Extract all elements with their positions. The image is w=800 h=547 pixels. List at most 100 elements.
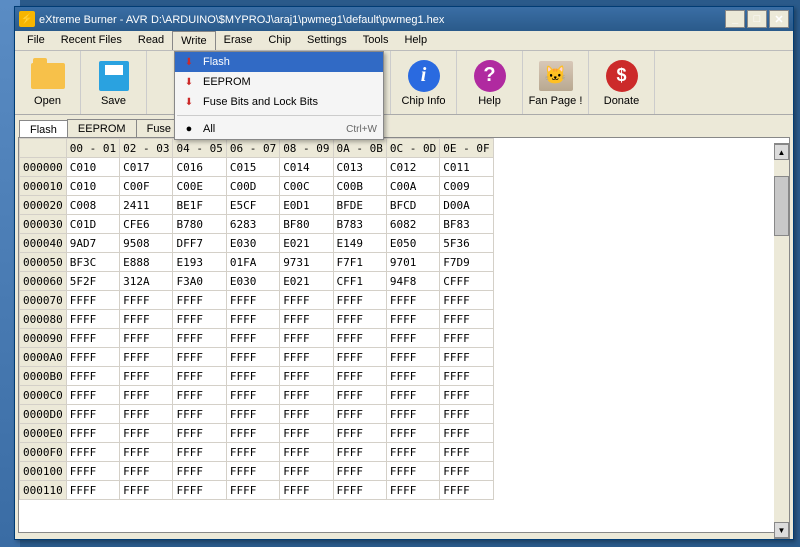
hex-cell[interactable]: C010 (66, 177, 119, 196)
hex-cell[interactable]: FFFF (280, 481, 333, 500)
hex-cell[interactable]: E021 (280, 234, 333, 253)
hex-cell[interactable]: FFFF (280, 462, 333, 481)
hex-cell[interactable]: FFFF (226, 329, 279, 348)
menu-settings[interactable]: Settings (299, 31, 355, 50)
hex-cell[interactable]: BFDE (333, 196, 386, 215)
hex-cell[interactable]: BF3C (66, 253, 119, 272)
hex-cell[interactable]: FFFF (173, 367, 226, 386)
hex-cell[interactable]: C00F (120, 177, 173, 196)
hex-cell[interactable]: 6082 (386, 215, 439, 234)
hex-cell[interactable]: C011 (440, 158, 493, 177)
hex-cell[interactable]: D00A (440, 196, 493, 215)
menu-tools[interactable]: Tools (355, 31, 397, 50)
hex-cell[interactable]: FFFF (173, 291, 226, 310)
hex-cell[interactable]: FFFF (120, 329, 173, 348)
hex-cell[interactable]: FFFF (333, 291, 386, 310)
hex-cell[interactable]: FFFF (120, 348, 173, 367)
hex-cell[interactable]: FFFF (280, 367, 333, 386)
dropdown-all[interactable]: ● All Ctrl+W (175, 119, 383, 139)
hex-cell[interactable]: FFFF (333, 443, 386, 462)
hex-cell[interactable]: B783 (333, 215, 386, 234)
hex-cell[interactable]: FFFF (120, 481, 173, 500)
hex-cell[interactable]: B780 (173, 215, 226, 234)
hex-cell[interactable]: FFFF (440, 481, 493, 500)
hex-cell[interactable]: FFFF (440, 424, 493, 443)
menu-read[interactable]: Read (130, 31, 172, 50)
hex-cell[interactable]: FFFF (386, 348, 439, 367)
hex-cell[interactable]: E5CF (226, 196, 279, 215)
hex-cell[interactable]: FFFF (66, 462, 119, 481)
chipinfo-button[interactable]: i Chip Info (391, 51, 457, 114)
hex-cell[interactable]: FFFF (386, 405, 439, 424)
hex-cell[interactable]: C014 (280, 158, 333, 177)
hex-cell[interactable]: 01FA (226, 253, 279, 272)
close-button[interactable]: ✕ (769, 10, 789, 28)
hex-cell[interactable]: FFFF (173, 405, 226, 424)
hex-cell[interactable]: FFFF (66, 386, 119, 405)
hex-cell[interactable]: E021 (280, 272, 333, 291)
hex-cell[interactable]: E888 (120, 253, 173, 272)
hex-cell[interactable]: FFFF (440, 348, 493, 367)
hex-cell[interactable]: FFFF (386, 481, 439, 500)
hex-cell[interactable]: E149 (333, 234, 386, 253)
hex-cell[interactable]: FFFF (386, 329, 439, 348)
tab-eeprom[interactable]: EEPROM (67, 119, 137, 137)
menu-recent-files[interactable]: Recent Files (53, 31, 130, 50)
hex-cell[interactable]: E030 (226, 272, 279, 291)
hex-cell[interactable]: FFFF (440, 310, 493, 329)
hex-cell[interactable]: FFFF (173, 481, 226, 500)
hex-cell[interactable]: FFFF (280, 348, 333, 367)
hex-cell[interactable]: FFFF (66, 310, 119, 329)
hex-cell[interactable]: FFFF (226, 405, 279, 424)
help-button[interactable]: ? Help (457, 51, 523, 114)
hex-cell[interactable]: FFFF (226, 367, 279, 386)
hex-cell[interactable]: FFFF (120, 424, 173, 443)
hex-cell[interactable]: F7D9 (440, 253, 493, 272)
hex-cell[interactable]: FFFF (333, 405, 386, 424)
hex-cell[interactable]: FFFF (226, 386, 279, 405)
save-button[interactable]: Save (81, 51, 147, 114)
hex-cell[interactable]: FFFF (120, 367, 173, 386)
tab-flash[interactable]: Flash (19, 120, 68, 138)
hex-cell[interactable]: FFFF (333, 348, 386, 367)
titlebar[interactable]: ⚡ eXtreme Burner - AVR D:\ARDUINO\$MYPRO… (15, 7, 793, 31)
hex-cell[interactable]: BE1F (173, 196, 226, 215)
hex-cell[interactable]: FFFF (120, 443, 173, 462)
hex-cell[interactable]: FFFF (333, 386, 386, 405)
scroll-thumb[interactable] (774, 176, 789, 236)
hex-cell[interactable]: FFFF (333, 462, 386, 481)
scroll-down-arrow[interactable]: ▼ (774, 522, 789, 538)
hex-cell[interactable]: 5F2F (66, 272, 119, 291)
hex-cell[interactable]: DFF7 (173, 234, 226, 253)
hex-cell[interactable]: FFFF (173, 443, 226, 462)
hex-cell[interactable]: FFFF (440, 443, 493, 462)
hex-cell[interactable]: FFFF (333, 424, 386, 443)
hex-cell[interactable]: FFFF (440, 386, 493, 405)
hex-cell[interactable]: E193 (173, 253, 226, 272)
menu-erase[interactable]: Erase (216, 31, 261, 50)
hex-cell[interactable]: 94F8 (386, 272, 439, 291)
hex-cell[interactable]: E0D1 (280, 196, 333, 215)
hex-cell[interactable]: FFFF (173, 348, 226, 367)
hex-cell[interactable]: FFFF (333, 310, 386, 329)
hex-cell[interactable]: FFFF (66, 348, 119, 367)
hex-cell[interactable]: C017 (120, 158, 173, 177)
hex-cell[interactable]: BFCD (386, 196, 439, 215)
hex-cell[interactable]: FFFF (280, 424, 333, 443)
hex-cell[interactable]: FFFF (386, 424, 439, 443)
hex-cell[interactable]: FFFF (120, 405, 173, 424)
hex-cell[interactable]: CFF1 (333, 272, 386, 291)
hex-cell[interactable]: FFFF (120, 386, 173, 405)
hex-cell[interactable]: F3A0 (173, 272, 226, 291)
vertical-scrollbar[interactable]: ▲ ▼ (774, 143, 790, 539)
hex-cell[interactable]: C008 (66, 196, 119, 215)
hex-cell[interactable]: CFFF (440, 272, 493, 291)
hex-cell[interactable]: FFFF (280, 310, 333, 329)
hex-cell[interactable]: FFFF (226, 462, 279, 481)
hex-cell[interactable]: FFFF (173, 462, 226, 481)
hex-cell[interactable]: FFFF (66, 443, 119, 462)
hex-cell[interactable]: C00D (226, 177, 279, 196)
hex-cell[interactable]: E030 (226, 234, 279, 253)
hex-cell[interactable]: 9701 (386, 253, 439, 272)
hex-cell[interactable]: FFFF (280, 291, 333, 310)
